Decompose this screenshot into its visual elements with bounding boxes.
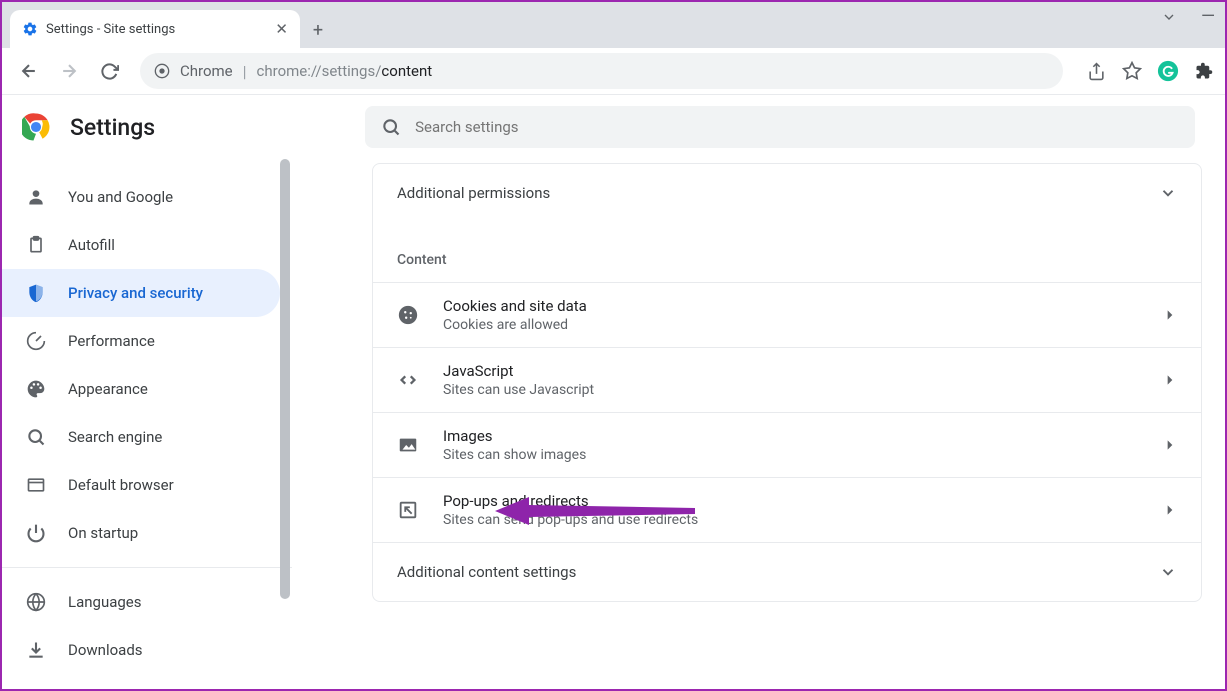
row-javascript[interactable]: JavaScript Sites can use Javascript xyxy=(373,347,1201,412)
speedometer-icon xyxy=(26,331,46,351)
settings-title: Settings xyxy=(70,114,155,141)
chevron-down-icon xyxy=(1159,563,1177,581)
sidebar-item-appearance[interactable]: Appearance xyxy=(2,365,280,413)
sidebar-item-performance[interactable]: Performance xyxy=(2,317,280,365)
content-panel: Additional permissions Content Cookies a… xyxy=(372,163,1202,602)
sidebar-item-languages[interactable]: Languages xyxy=(2,578,280,626)
scrollbar-thumb[interactable] xyxy=(280,159,290,599)
search-settings-input[interactable] xyxy=(415,118,1179,136)
share-icon[interactable] xyxy=(1085,60,1107,82)
minimize-icon[interactable]: — xyxy=(1201,6,1215,27)
shield-icon xyxy=(26,283,46,303)
globe-icon xyxy=(26,592,46,612)
additional-permissions-row[interactable]: Additional permissions xyxy=(373,164,1201,222)
power-icon xyxy=(26,523,46,543)
search-settings[interactable] xyxy=(365,106,1195,148)
image-icon xyxy=(397,434,419,456)
sidebar-item-search-engine[interactable]: Search engine xyxy=(2,413,280,461)
sidebar-item-autofill[interactable]: Autofill xyxy=(2,221,280,269)
clipboard-icon xyxy=(26,235,46,255)
main-content: Additional permissions Content Cookies a… xyxy=(292,159,1225,689)
browser-icon xyxy=(26,475,46,495)
browser-toolbar: Chrome | chrome://settings/content xyxy=(2,48,1225,95)
grammarly-icon[interactable] xyxy=(1157,60,1179,82)
chevron-right-icon xyxy=(1163,308,1177,322)
cookie-icon xyxy=(397,304,419,326)
tab-title: Settings - Site settings xyxy=(46,22,267,37)
site-info-icon[interactable] xyxy=(154,63,170,79)
bookmark-icon[interactable] xyxy=(1121,60,1143,82)
omnibox-prefix: Chrome xyxy=(180,62,233,80)
search-icon xyxy=(26,427,46,447)
chrome-logo-icon xyxy=(22,113,50,141)
chevron-right-icon xyxy=(1163,503,1177,517)
omnibox-url: chrome://settings/content xyxy=(257,62,433,80)
back-button[interactable] xyxy=(12,54,46,88)
palette-icon xyxy=(26,379,46,399)
tab-strip: Settings - Site settings ✕ + — xyxy=(2,2,1225,48)
sidebar-item-downloads[interactable]: Downloads xyxy=(2,626,280,674)
row-cookies[interactable]: Cookies and site data Cookies are allowe… xyxy=(373,282,1201,347)
settings-header: Settings xyxy=(2,95,1225,159)
chevron-right-icon xyxy=(1163,438,1177,452)
forward-button[interactable] xyxy=(52,54,86,88)
search-icon xyxy=(381,117,401,137)
address-bar[interactable]: Chrome | chrome://settings/content xyxy=(140,53,1063,89)
person-icon xyxy=(26,187,46,207)
code-icon xyxy=(397,369,419,391)
reload-button[interactable] xyxy=(92,54,126,88)
sidebar-item-default-browser[interactable]: Default browser xyxy=(2,461,280,509)
row-popups[interactable]: Pop-ups and redirects Sites can send pop… xyxy=(373,477,1201,542)
chevron-down-icon[interactable] xyxy=(1161,9,1177,25)
content-label: Content xyxy=(373,222,1201,282)
sidebar-item-privacy[interactable]: Privacy and security xyxy=(2,269,280,317)
chevron-right-icon xyxy=(1163,373,1177,387)
row-images[interactable]: Images Sites can show images xyxy=(373,412,1201,477)
popup-icon xyxy=(397,499,419,521)
new-tab-button[interactable]: + xyxy=(300,12,336,48)
divider xyxy=(2,567,292,568)
gear-icon xyxy=(22,21,38,37)
browser-tab[interactable]: Settings - Site settings ✕ xyxy=(10,10,300,48)
sidebar-item-you-google[interactable]: You and Google xyxy=(2,173,280,221)
sidebar: You and Google Autofill Privacy and secu… xyxy=(2,159,292,689)
sidebar-item-startup[interactable]: On startup xyxy=(2,509,280,557)
download-icon xyxy=(26,640,46,660)
extensions-icon[interactable] xyxy=(1193,60,1215,82)
close-tab-icon[interactable]: ✕ xyxy=(275,20,288,38)
chevron-down-icon xyxy=(1159,184,1177,202)
additional-content-row[interactable]: Additional content settings xyxy=(373,542,1201,601)
